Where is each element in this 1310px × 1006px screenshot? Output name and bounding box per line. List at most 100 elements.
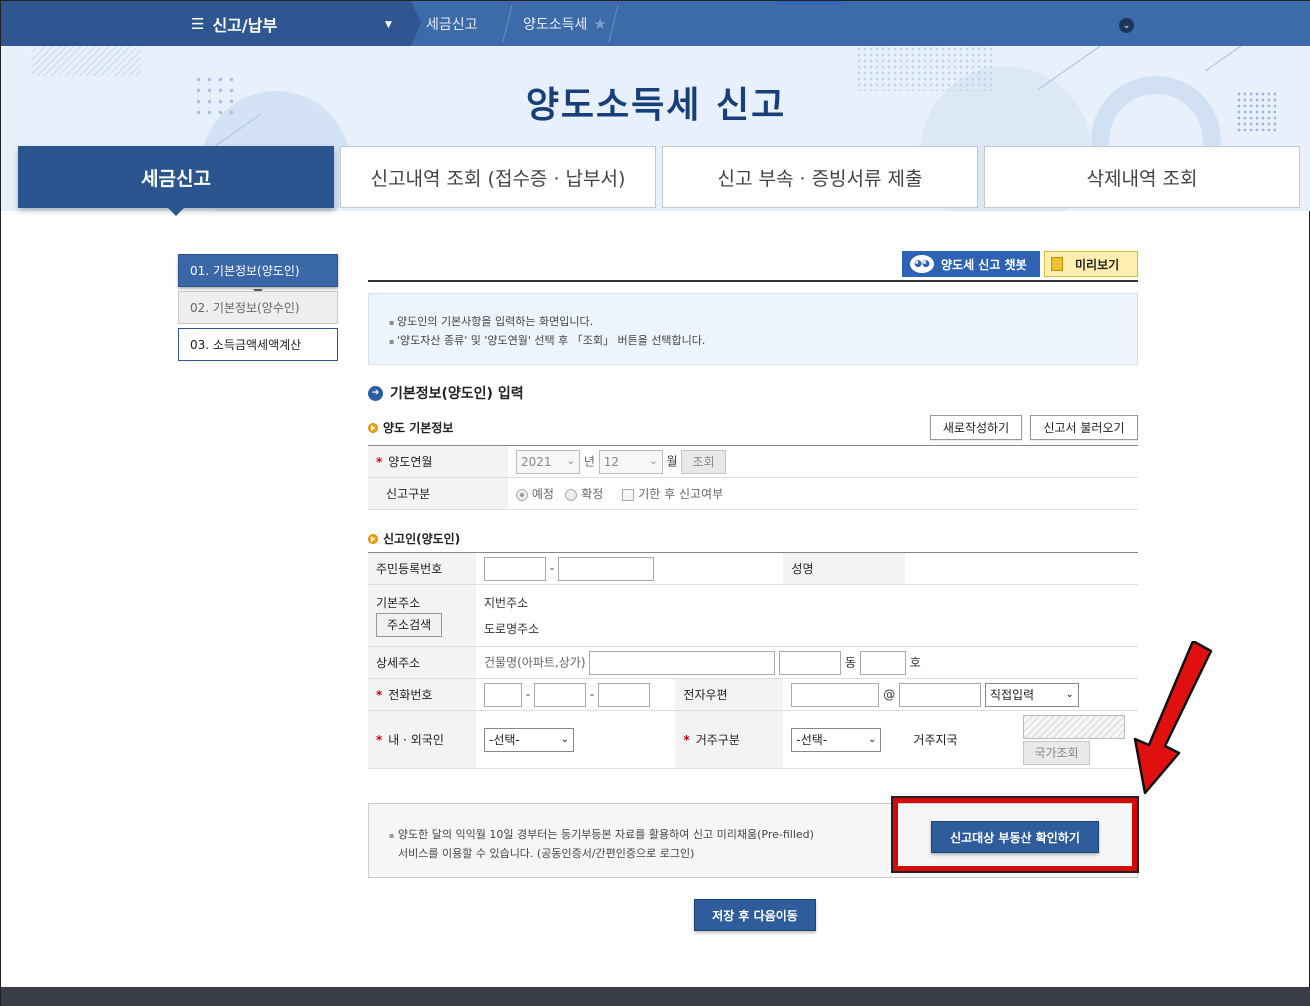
preview-button[interactable]: 미리보기 — [1044, 251, 1138, 277]
bullet-icon — [368, 422, 378, 433]
radio-final-label: 확정 — [581, 487, 604, 501]
page-title: 양도소득세 신고 — [525, 85, 787, 126]
prefill-text-1: 양도한 달의 익익월 10일 경부터는 등기부등본 자료를 활용하여 신고 미리… — [397, 828, 814, 841]
address-search-button[interactable]: 주소검색 — [376, 613, 443, 637]
load-report-button[interactable]: 신고서 불러오기 — [1030, 415, 1138, 440]
dong-input[interactable] — [779, 650, 842, 675]
arrow-right-icon: ➔ — [368, 385, 383, 401]
footer-bar — [1, 987, 1310, 1006]
email-domain-input[interactable] — [899, 682, 982, 707]
step-transferee-info[interactable]: 02. 기본정보(양수인) — [178, 291, 338, 324]
star-icon[interactable]: ★ — [593, 15, 606, 33]
residence-label: * 거주구분 — [675, 710, 784, 769]
month-unit: 월 — [666, 454, 678, 468]
ho-unit: 호 — [909, 655, 921, 669]
main-menu-label: 신고/납부 — [212, 15, 278, 35]
breadcrumb-item-capital-gains[interactable]: 양도소득세 ★ — [523, 1, 607, 46]
chatbot-label: 양도세 신고 챗봇 — [941, 257, 1027, 272]
step-tax-calculation[interactable]: 03. 소득금액세액계산 — [178, 328, 338, 361]
breadcrumb-item-tax-report[interactable]: 세금신고 — [426, 1, 478, 46]
rrn-second-input[interactable] — [558, 556, 654, 581]
phone-first-input[interactable] — [484, 682, 522, 707]
country-field[interactable] — [1023, 714, 1126, 739]
subsection-basic: 양도 기본정보 — [368, 419, 453, 436]
late-report-checkbox[interactable] — [622, 488, 635, 501]
main-menu[interactable]: ☰ 신고/납부 ▼ — [1, 1, 411, 46]
email-id-input[interactable] — [791, 682, 880, 707]
email-domain-select[interactable]: 직접입력 ⌄ — [984, 682, 1079, 707]
subsection-reporter: 신고인(양도인) — [368, 530, 460, 547]
tab-tax-report[interactable]: 세금신고 — [18, 146, 334, 216]
building-input[interactable] — [589, 650, 776, 675]
phone-label: * 전화번호 — [368, 678, 476, 711]
notice-line: '양도자산 종류' 및 '양도연월' 선택 후 「조회」 버튼을 선택합니다. — [389, 332, 1137, 351]
breadcrumb-divider — [502, 5, 513, 42]
country-lookup-button[interactable]: 국가조회 — [1023, 740, 1090, 765]
top-indicator — [777, 1, 842, 5]
chevron-down-icon[interactable]: ⌄ — [1119, 18, 1134, 33]
step-nav: 01. 기본정보(양도인) 02. 기본정보(양수인) 03. 소득금액세액계산 — [178, 254, 338, 365]
dong-unit: 동 — [844, 655, 857, 669]
basic-info-table: * 양도연월 2021 ⌄ 년 12 ⌄ 월 조회 신고구분 예정 확정 기한 후 신… — [368, 445, 1138, 510]
radio-scheduled-label: 예정 — [531, 487, 554, 501]
address-label-cell: 기본주소 주소검색 — [368, 584, 476, 647]
name-label: 성명 — [783, 552, 906, 585]
rrn-first-input[interactable] — [484, 556, 546, 581]
main-tabs: 세금신고 신고내역 조회 (접수증 · 납부서) 신고 부속 · 증빙서류 제출… — [18, 146, 1300, 216]
lot-address: 지번주소 — [484, 595, 529, 610]
check-property-button[interactable]: 신고대상 부동산 확인하기 — [931, 821, 1099, 853]
dash: - — [549, 561, 555, 575]
new-draft-button[interactable]: 새로작성하기 — [930, 415, 1022, 440]
phone-last-input[interactable] — [598, 682, 650, 707]
address-label: 기본주소 — [376, 596, 421, 610]
national-label: * 내 · 외국인 — [368, 710, 476, 769]
tab-deleted-history[interactable]: 삭제내역 조회 — [984, 146, 1300, 208]
building-label: 건물명(아파트,상가) — [484, 655, 586, 669]
reporter-table: 주민등록번호 - 성명 기본주소 주소검색 지번주소 도로명주소 상세주소 건물… — [368, 552, 1138, 769]
phone-middle-input[interactable] — [534, 682, 586, 707]
late-report-label: 기한 후 신고여부 — [638, 487, 724, 501]
name-value — [905, 552, 1138, 585]
subsection-reporter-text: 신고인(양도인) — [383, 532, 461, 546]
chatbot-icon: ◕◕ — [910, 255, 934, 273]
preview-label: 미리보기 — [1075, 257, 1120, 272]
caret-down-icon: ▼ — [385, 20, 392, 30]
top-nav-bar: ☰ 신고/납부 ▼ 세금신고 양도소득세 ★ ⌄ — [1, 1, 1310, 46]
residence-select[interactable]: -선택- ⌄ — [791, 727, 882, 752]
ho-input[interactable] — [859, 650, 906, 675]
banner-decoration — [31, 46, 141, 76]
national-select[interactable]: -선택- ⌄ — [484, 727, 574, 752]
document-icon — [1051, 257, 1063, 271]
month-select[interactable]: 12 ⌄ — [598, 449, 663, 474]
dash: - — [589, 687, 595, 701]
rrn-label: 주민등록번호 — [368, 552, 476, 585]
country-label: 거주지국 — [905, 710, 1016, 769]
radio-scheduled[interactable] — [516, 488, 528, 501]
period-label: * 양도연월 — [368, 445, 508, 478]
banner-decoration — [1205, 46, 1247, 72]
notice-box: 양도인의 기본사항을 입력하는 화면입니다. '양도자산 종류' 및 '양도연월… — [368, 293, 1138, 365]
breadcrumb-separator — [411, 1, 421, 46]
year-select[interactable]: 2021 ⌄ — [516, 449, 580, 474]
step-transferor-info[interactable]: 01. 기본정보(양도인) — [178, 254, 338, 295]
tab-attachment-submit[interactable]: 신고 부속 · 증빙서류 제출 — [662, 146, 978, 208]
section-title: ➔ 기본정보(양도인) 입력 — [368, 383, 524, 403]
section-title-text: 기본정보(양도인) 입력 — [390, 386, 524, 402]
divider — [368, 280, 1138, 282]
detail-address-label: 상세주소 — [368, 646, 476, 679]
bullet-icon — [368, 533, 378, 544]
email-at: @ — [883, 687, 896, 701]
tab-report-history[interactable]: 신고내역 조회 (접수증 · 납부서) — [340, 146, 656, 208]
save-next-button[interactable]: 저장 후 다음이동 — [694, 899, 816, 931]
red-arrow-icon — [1133, 641, 1213, 795]
address-values: 지번주소 도로명주소 — [476, 584, 1138, 647]
radio-final[interactable] — [565, 488, 578, 501]
email-label: 전자우편 — [675, 678, 784, 711]
breadcrumb-divider — [608, 5, 619, 42]
chatbot-button[interactable]: ◕◕ 양도세 신고 챗봇 — [902, 251, 1040, 277]
lookup-button[interactable]: 조회 — [681, 449, 726, 474]
subsection-basic-text: 양도 기본정보 — [383, 421, 454, 435]
notice-line: 양도인의 기본사항을 입력하는 화면입니다. — [389, 313, 1137, 332]
road-address: 도로명주소 — [484, 621, 540, 636]
hamburger-icon: ☰ — [191, 14, 205, 33]
